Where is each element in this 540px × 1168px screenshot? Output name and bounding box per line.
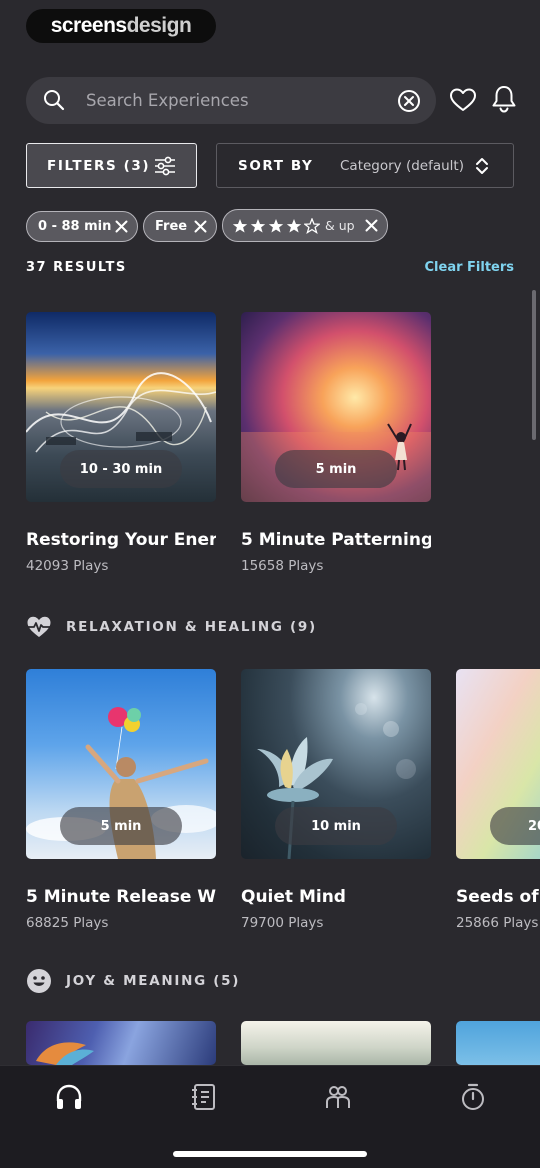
experience-card[interactable] — [26, 1021, 216, 1065]
filters-button[interactable]: FILTERS (3) — [26, 143, 197, 188]
experience-card[interactable]: 5 min 5 Minute Patterning... 15658 Plays — [241, 312, 431, 574]
card-title: 5 Minute Release W... — [26, 887, 216, 907]
logo-text-primary: screens — [50, 14, 127, 37]
favorites-heart-icon[interactable] — [449, 86, 477, 114]
duration-badge: 10 min — [275, 807, 397, 845]
remove-chip-icon[interactable] — [115, 220, 128, 233]
search-input[interactable] — [86, 85, 386, 116]
card-plays: 68825 Plays — [26, 915, 109, 931]
section-header-joy: JOY & MEANING (5) — [26, 968, 240, 994]
results-count: 37 RESULTS — [26, 260, 127, 275]
section-header-relaxation: RELAXATION & HEALING (9) — [26, 614, 317, 640]
star-filled-icon — [286, 218, 302, 232]
card-title: Quiet Mind — [241, 887, 346, 907]
card-plays: 79700 Plays — [241, 915, 324, 931]
card-thumbnail — [241, 1021, 431, 1065]
sort-value: Category (default) — [340, 158, 464, 174]
timer-icon[interactable] — [458, 1082, 488, 1112]
duration-badge: 5 min — [275, 450, 397, 488]
sort-dropdown[interactable]: SORT BY Category (default) — [216, 143, 514, 188]
section-title: JOY & MEANING (5) — [66, 973, 241, 989]
clear-filters-link[interactable]: Clear Filters — [425, 260, 515, 275]
experience-card[interactable]: 5 min 5 Minute Release W... 68825 Plays — [26, 669, 216, 931]
butterfly-graphic — [36, 1042, 94, 1065]
journal-icon[interactable] — [189, 1082, 219, 1112]
card-plays: 15658 Plays — [241, 558, 324, 574]
star-filled-icon — [232, 218, 248, 232]
duration-badge: 10 - 30 min — [60, 450, 182, 488]
app-logo: screens design — [26, 9, 216, 43]
experience-card[interactable]: 10 - 30 min Restoring Your Ener... 42093… — [26, 312, 216, 574]
card-thumbnail — [26, 1021, 216, 1065]
heartbeat-icon — [27, 616, 51, 637]
card-thumbnail: 10 - 30 min — [26, 312, 216, 502]
star-empty-icon — [304, 217, 320, 234]
star-filled-icon — [268, 218, 284, 232]
chip-label: Free — [155, 219, 188, 234]
card-thumbnail: 20 — [456, 669, 540, 859]
search-bar[interactable] — [26, 77, 436, 124]
remove-chip-icon[interactable] — [365, 219, 378, 232]
experience-card[interactable]: 10 min Quiet Mind 79700 Plays — [241, 669, 431, 931]
remove-chip-icon[interactable] — [194, 220, 207, 233]
smiley-icon — [27, 969, 51, 993]
experience-card[interactable]: 20 Seeds of C 25866 Plays — [456, 669, 540, 931]
duration-badge: 20 — [490, 807, 540, 845]
card-title: Restoring Your Ener... — [26, 530, 216, 550]
clear-search-icon[interactable] — [397, 89, 421, 113]
rating-suffix: & up — [325, 218, 355, 233]
filter-chip-duration[interactable]: 0 - 88 min — [26, 211, 138, 242]
experience-card[interactable] — [456, 1021, 540, 1065]
filter-chip-rating[interactable]: & up — [222, 209, 388, 242]
card-thumbnail: 5 min — [26, 669, 216, 859]
chevron-up-down-icon — [476, 158, 488, 174]
logo-text-secondary: design — [126, 14, 192, 37]
duration-badge: 5 min — [60, 807, 182, 845]
card-thumbnail: 10 min — [241, 669, 431, 859]
home-indicator[interactable] — [173, 1151, 367, 1157]
rating-stars — [232, 217, 320, 234]
filter-chip-price[interactable]: Free — [143, 211, 217, 242]
card-thumbnail — [456, 1021, 540, 1065]
headphones-icon[interactable] — [54, 1082, 84, 1112]
filters-label: FILTERS (3) — [47, 157, 151, 174]
notifications-bell-icon[interactable] — [490, 84, 518, 114]
card-title: 5 Minute Patterning... — [241, 530, 431, 550]
card-thumbnail: 5 min — [241, 312, 431, 502]
section-title: RELAXATION & HEALING (9) — [66, 619, 317, 635]
card-plays: 25866 Plays — [456, 915, 539, 931]
experience-card[interactable] — [241, 1021, 431, 1065]
chip-label: 0 - 88 min — [38, 219, 112, 234]
card-title: Seeds of C — [456, 887, 540, 907]
star-filled-icon — [250, 218, 266, 232]
search-icon — [44, 90, 65, 111]
scroll-indicator[interactable] — [532, 290, 536, 440]
sliders-icon — [155, 156, 175, 176]
card-plays: 42093 Plays — [26, 558, 109, 574]
sort-label: SORT BY — [238, 158, 314, 174]
community-icon[interactable] — [323, 1082, 353, 1112]
